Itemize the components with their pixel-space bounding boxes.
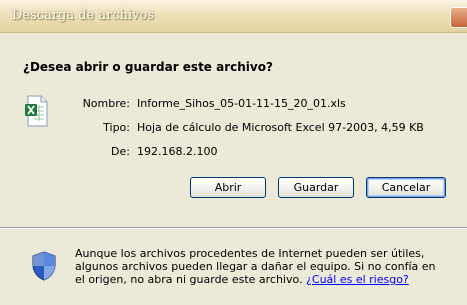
dialog-question: ¿Desea abrir o guardar este archivo?	[23, 60, 273, 74]
name-label: Nombre:	[82, 97, 130, 110]
name-value: Informe_Sihos_05-01-11-15_20_01.xls	[137, 97, 346, 110]
security-warning: Aunque los archivos procedentes de Inter…	[75, 247, 460, 286]
title-bar[interactable]: Descarga de archivos	[0, 0, 467, 33]
warning-line-3-text: el origen, no abra ni guarde este archiv…	[75, 273, 303, 286]
excel-file-icon	[25, 95, 48, 127]
from-label: De:	[111, 145, 130, 158]
separator-highlight	[0, 228, 467, 229]
risk-link[interactable]: ¿Cuál es el riesgo?	[306, 273, 409, 286]
window-title: Descarga de archivos	[12, 8, 155, 23]
shield-icon	[32, 251, 56, 281]
type-label: Tipo:	[103, 121, 130, 134]
warning-line-3: el origen, no abra ni guarde este archiv…	[75, 273, 460, 286]
open-button[interactable]: Abrir	[190, 177, 266, 198]
warning-line-2: algunos archivos pueden llegar a dañar e…	[75, 260, 436, 273]
close-button[interactable]	[450, 7, 467, 28]
type-value: Hoja de cálculo de Microsoft Excel 97-20…	[137, 121, 424, 134]
save-button[interactable]: Guardar	[278, 177, 354, 198]
warning-line-1: Aunque los archivos procedentes de Inter…	[75, 247, 425, 260]
from-value: 192.168.2.100	[137, 145, 218, 158]
cancel-button[interactable]: Cancelar	[366, 177, 446, 198]
